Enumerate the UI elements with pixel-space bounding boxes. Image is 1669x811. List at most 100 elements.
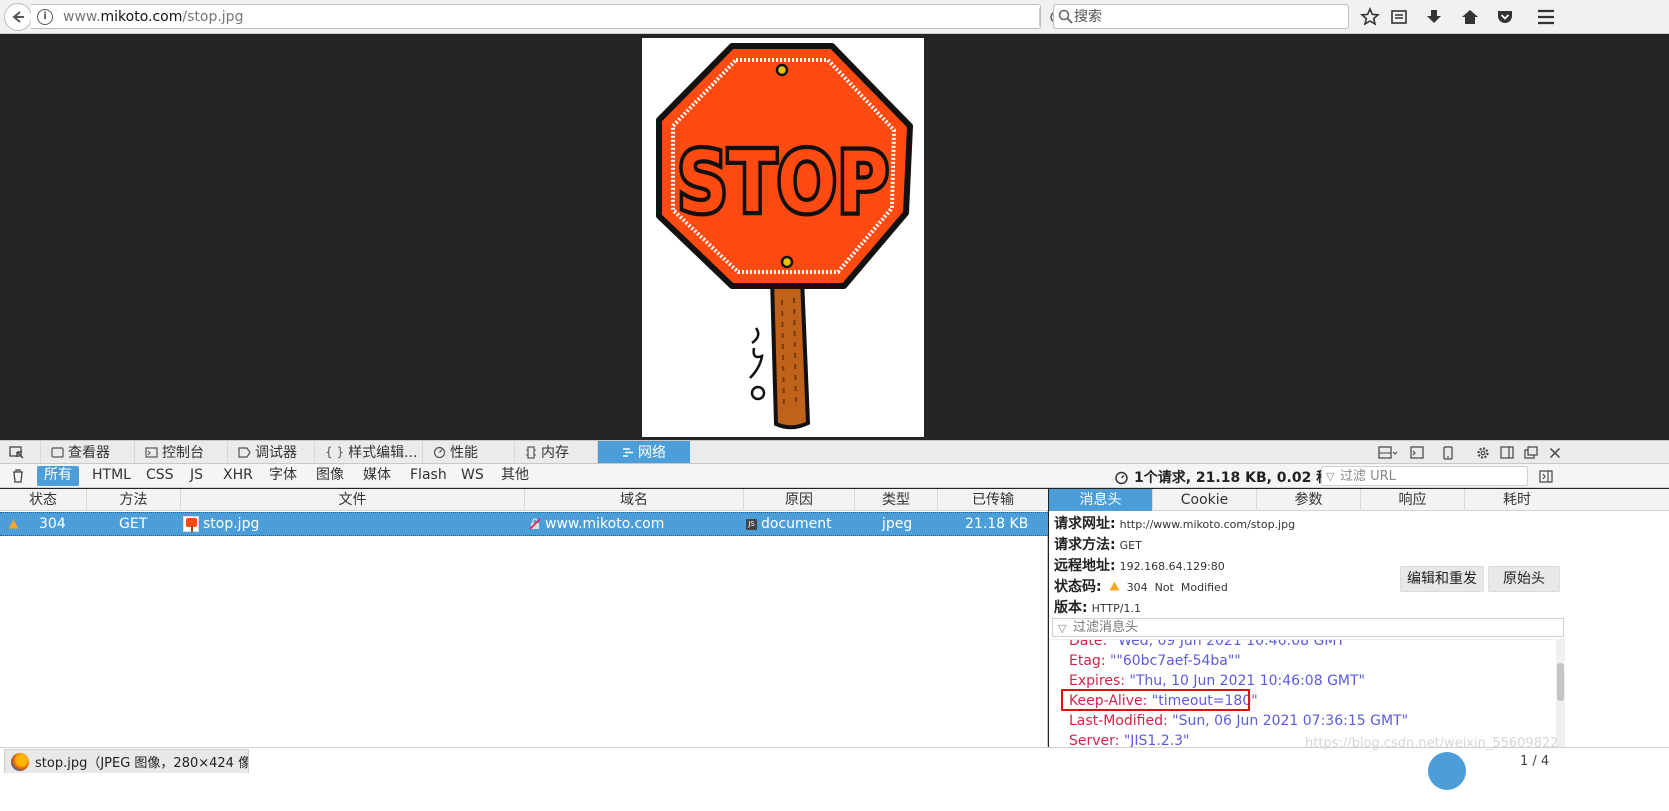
search-icon bbox=[1058, 9, 1073, 24]
column-domain[interactable]: 域名 bbox=[525, 489, 744, 511]
filter-fonts[interactable]: 字体 bbox=[262, 466, 304, 486]
details-tab-bar: 消息头 Cookie 参数 响应 耗时 bbox=[1049, 489, 1669, 511]
transferred-cell: 21.18 KB bbox=[965, 516, 1029, 532]
header-row-date: Date: "Wed, 09 Jun 2021 10:46:08 GMT" bbox=[1069, 639, 1352, 649]
scrollbar-thumb[interactable] bbox=[1557, 663, 1564, 701]
open-menu-button[interactable] bbox=[1532, 4, 1560, 30]
insecure-connection-icon bbox=[529, 518, 541, 530]
responsive-phone-icon bbox=[1443, 445, 1453, 460]
separate-window-icon bbox=[1524, 446, 1538, 459]
home-button[interactable] bbox=[1456, 4, 1484, 30]
request-list-header: 状态 方法 文件 域名 原因 类型 已传输 bbox=[0, 489, 1048, 511]
dock-side-icon bbox=[1500, 446, 1514, 459]
filter-js[interactable]: JS bbox=[183, 466, 210, 486]
picker-icon bbox=[9, 445, 24, 458]
debugger-icon bbox=[238, 446, 251, 458]
header-filter-input[interactable] bbox=[1073, 619, 1553, 636]
bookmarks-menu-button[interactable] bbox=[1385, 4, 1413, 30]
back-arrow-icon bbox=[12, 11, 24, 23]
page-counter: 1 / 4 bbox=[1520, 754, 1550, 769]
undock-button[interactable] bbox=[1520, 443, 1542, 462]
back-button[interactable] bbox=[4, 3, 32, 31]
url-filter-input[interactable] bbox=[1340, 467, 1525, 485]
keep-alive-highlight-box bbox=[1061, 689, 1250, 711]
bookmark-star-button[interactable] bbox=[1356, 4, 1384, 30]
column-type[interactable]: 类型 bbox=[855, 489, 938, 511]
home-icon bbox=[1462, 10, 1478, 24]
js-badge-icon: JS bbox=[746, 518, 757, 530]
tab-headers[interactable]: 消息头 bbox=[1049, 489, 1153, 511]
close-devtools-button[interactable] bbox=[1544, 443, 1566, 462]
request-url-line: 请求网址: http://www.mikoto.com/stop.jpg bbox=[1054, 516, 1296, 532]
tab-inspector[interactable]: 查看器 bbox=[40, 441, 138, 463]
stopwatch-icon bbox=[1115, 471, 1128, 484]
trash-icon bbox=[13, 469, 23, 483]
floating-action-button[interactable] bbox=[1428, 752, 1466, 790]
warning-triangle-icon bbox=[1109, 581, 1120, 591]
raw-headers-button[interactable]: 原始头 bbox=[1488, 566, 1560, 592]
filter-media[interactable]: 媒体 bbox=[356, 466, 398, 486]
table-row[interactable]: 304 GET stop.jpg www.mikoto.com JS docum… bbox=[0, 512, 1048, 536]
column-file[interactable]: 文件 bbox=[181, 489, 525, 511]
tab-memory[interactable]: 内存 bbox=[514, 441, 598, 463]
url-text[interactable]: www.mikoto.com/stop.jpg bbox=[63, 9, 243, 25]
toolbox-settings-button[interactable] bbox=[1472, 443, 1494, 462]
tab-network[interactable]: 网络 bbox=[597, 441, 690, 463]
column-method[interactable]: 方法 bbox=[87, 489, 181, 511]
hamburger-menu-icon bbox=[1538, 9, 1554, 25]
funnel-icon: ▽ bbox=[1058, 622, 1067, 635]
close-icon bbox=[1549, 447, 1561, 458]
tab-debugger[interactable]: 调试器 bbox=[227, 441, 315, 463]
split-console-icon bbox=[1410, 446, 1424, 459]
performance-icon bbox=[433, 446, 446, 458]
tab-params[interactable]: 参数 bbox=[1257, 489, 1361, 511]
element-picker-button[interactable] bbox=[4, 443, 30, 462]
tab-response[interactable]: 响应 bbox=[1361, 489, 1465, 511]
column-transferred[interactable]: 已传输 bbox=[938, 489, 1048, 511]
url-filter-box[interactable]: ▽ bbox=[1321, 466, 1528, 486]
search-bar[interactable] bbox=[1053, 4, 1349, 29]
split-console-button[interactable] bbox=[1406, 443, 1428, 462]
filter-ws[interactable]: WS bbox=[454, 466, 491, 486]
column-cause[interactable]: 原因 bbox=[744, 489, 855, 511]
filter-css[interactable]: CSS bbox=[139, 466, 181, 486]
responsive-design-button[interactable] bbox=[1437, 443, 1459, 462]
downloads-button[interactable] bbox=[1420, 4, 1448, 30]
tab-style-editor[interactable]: { } 样式编辑... bbox=[314, 441, 422, 463]
tab-cookies[interactable]: Cookie bbox=[1153, 489, 1257, 511]
filter-other[interactable]: 其他 bbox=[494, 466, 536, 486]
filter-images[interactable]: 图像 bbox=[309, 466, 351, 486]
tab-console[interactable]: 控制台 bbox=[134, 441, 224, 463]
site-info-icon[interactable]: i bbox=[37, 9, 53, 25]
dock-options-button[interactable] bbox=[1377, 443, 1399, 462]
memory-icon bbox=[526, 445, 536, 459]
type-cell: jpeg bbox=[882, 516, 913, 532]
version-line: 版本: HTTP/1.1 bbox=[1054, 600, 1141, 616]
page-viewport: STOP STOP bbox=[0, 35, 1669, 440]
filter-flash[interactable]: Flash bbox=[403, 466, 454, 486]
download-arrow-icon bbox=[1427, 10, 1441, 23]
cause-cell: JS document bbox=[746, 513, 832, 535]
url-bar[interactable]: i www.mikoto.com/stop.jpg bbox=[31, 4, 1062, 29]
search-input[interactable] bbox=[1074, 6, 1344, 27]
header-filter-box[interactable]: ▽ bbox=[1052, 618, 1564, 637]
funnel-icon: ▽ bbox=[1326, 470, 1335, 483]
column-status[interactable]: 状态 bbox=[0, 489, 87, 511]
clear-requests-button[interactable] bbox=[9, 467, 27, 485]
pocket-button[interactable] bbox=[1491, 4, 1519, 30]
devtools-tab-bar: 查看器 控制台 调试器 { } 样式编辑... 性能 内存 网络 bbox=[0, 440, 1669, 464]
tab-timings[interactable]: 耗时 bbox=[1465, 489, 1569, 511]
browser-status-bar: https://blog.csdn.net/weixin_55609822 st… bbox=[0, 736, 1669, 811]
edit-and-resend-button[interactable]: 编辑和重发 bbox=[1400, 566, 1484, 592]
image-tab[interactable]: stop.jpg（JPEG 图像，280×424 像素 bbox=[4, 749, 249, 773]
toggle-details-button[interactable] bbox=[1538, 468, 1554, 484]
headers-scrollbar[interactable] bbox=[1556, 639, 1565, 747]
filter-xhr[interactable]: XHR bbox=[216, 466, 260, 486]
filter-all[interactable]: 所有 bbox=[37, 466, 79, 486]
file-thumbnail-icon bbox=[183, 516, 199, 532]
network-icon bbox=[623, 447, 633, 457]
dock-side-button[interactable] bbox=[1496, 443, 1518, 462]
tab-performance[interactable]: 性能 bbox=[422, 441, 514, 463]
filter-html[interactable]: HTML bbox=[85, 466, 138, 486]
request-details-panel: 消息头 Cookie 参数 响应 耗时 请求网址: http://www.miko… bbox=[1049, 489, 1669, 747]
